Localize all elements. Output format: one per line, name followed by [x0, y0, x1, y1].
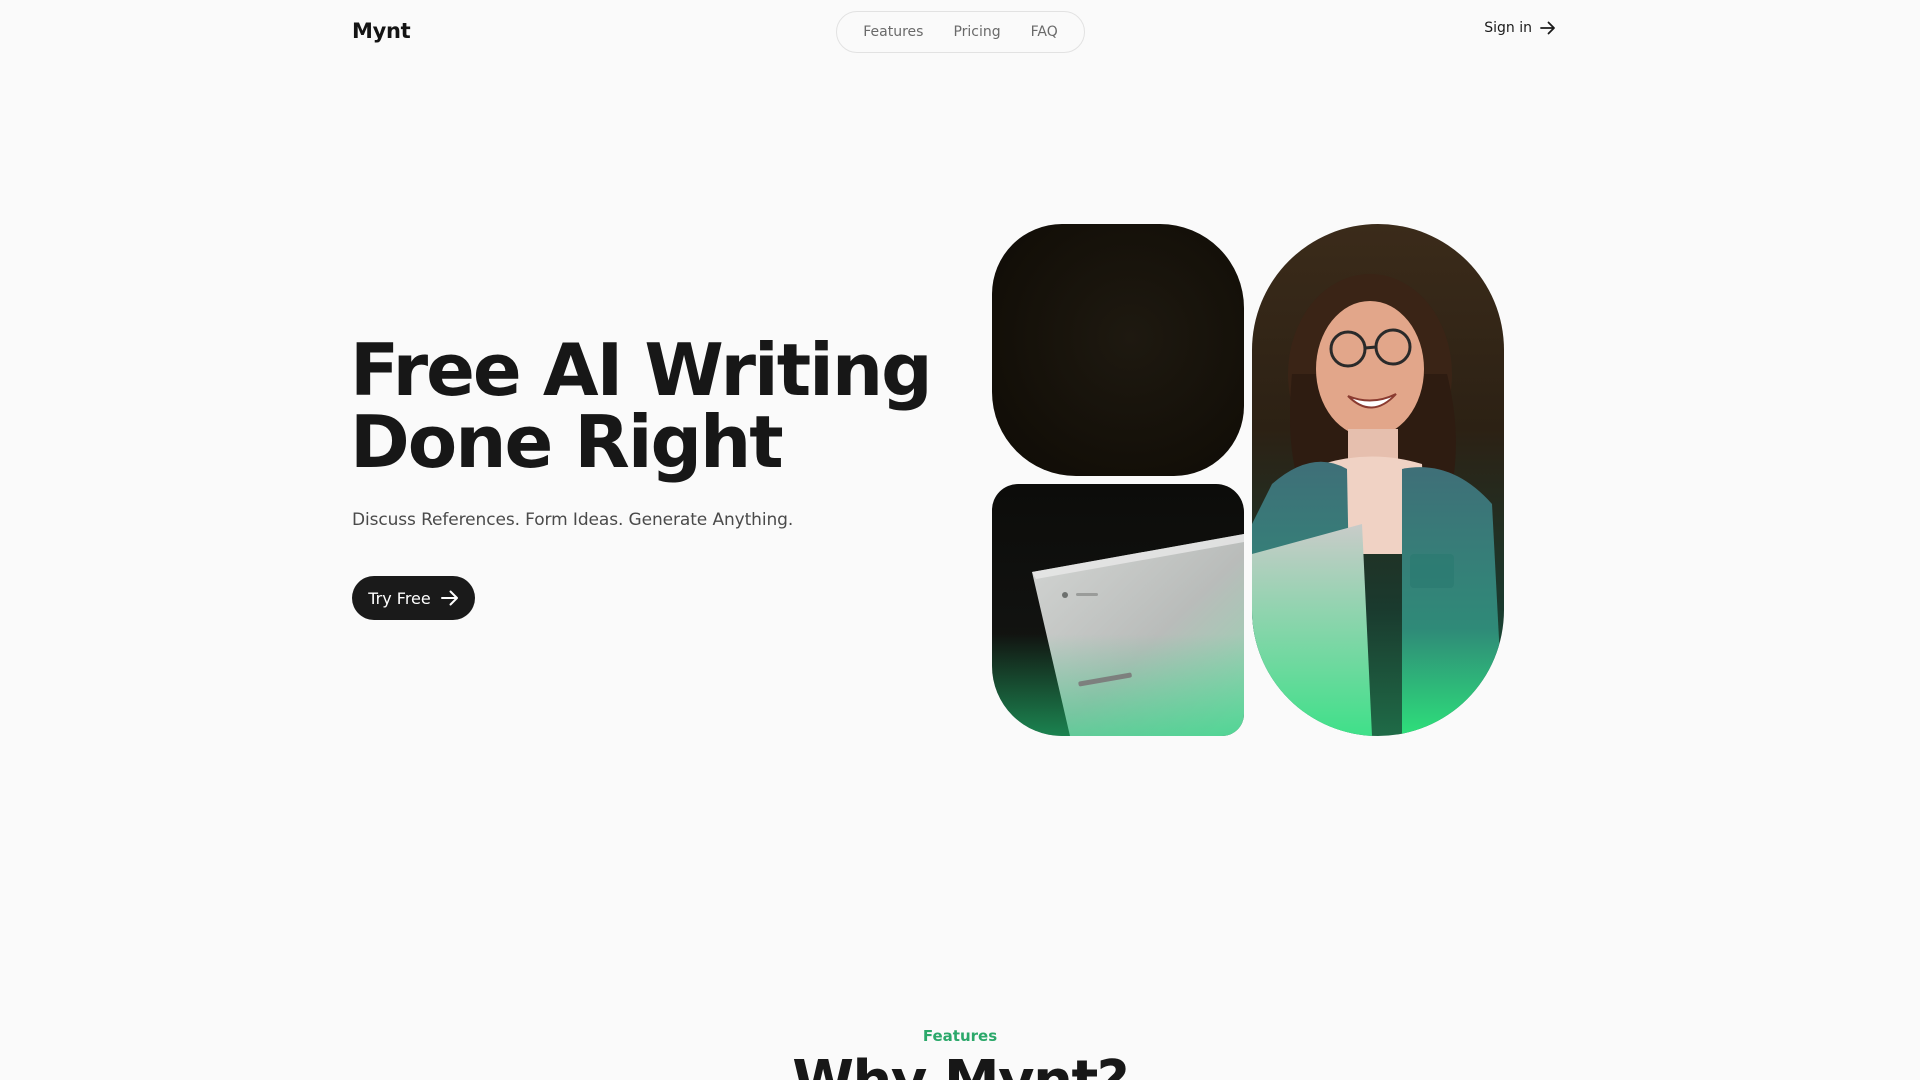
- features-heading: Why Mynt?: [0, 1052, 1920, 1080]
- landing-page: Mynt Features Pricing FAQ Sign in Free A…: [0, 0, 1920, 1080]
- nav-link-pricing[interactable]: Pricing: [953, 24, 1000, 40]
- nav-link-features[interactable]: Features: [863, 24, 923, 40]
- arrow-right-icon: [440, 590, 458, 606]
- person-illustration: [1252, 274, 1504, 736]
- brand-logo[interactable]: Mynt: [352, 19, 411, 43]
- try-free-button[interactable]: Try Free: [352, 576, 475, 620]
- hero-title-line-1: Free AI Writing: [350, 328, 933, 412]
- try-free-label: Try Free: [368, 588, 431, 608]
- features-eyebrow: Features: [922, 1027, 998, 1045]
- sign-in-label: Sign in: [1484, 20, 1532, 36]
- nav-link-faq[interactable]: FAQ: [1031, 24, 1058, 40]
- sign-in-link[interactable]: Sign in: [1484, 20, 1556, 36]
- hero-title: Free AI Writing Done Right: [350, 328, 933, 484]
- hero-title-line-2: Done Right: [350, 400, 784, 484]
- laptop-illustration: [992, 534, 1244, 736]
- arrow-right-icon: [1540, 21, 1555, 35]
- hero-image-person-tile: [1252, 224, 1504, 736]
- top-nav: Mynt Features Pricing FAQ Sign in: [0, 0, 1920, 64]
- hero-image-dark-tile: [992, 224, 1244, 476]
- hero-image-laptop-tile: [992, 484, 1244, 736]
- hero-subtitle: Discuss References. Form Ideas. Generate…: [352, 510, 794, 530]
- nav-links: Features Pricing FAQ: [836, 11, 1085, 53]
